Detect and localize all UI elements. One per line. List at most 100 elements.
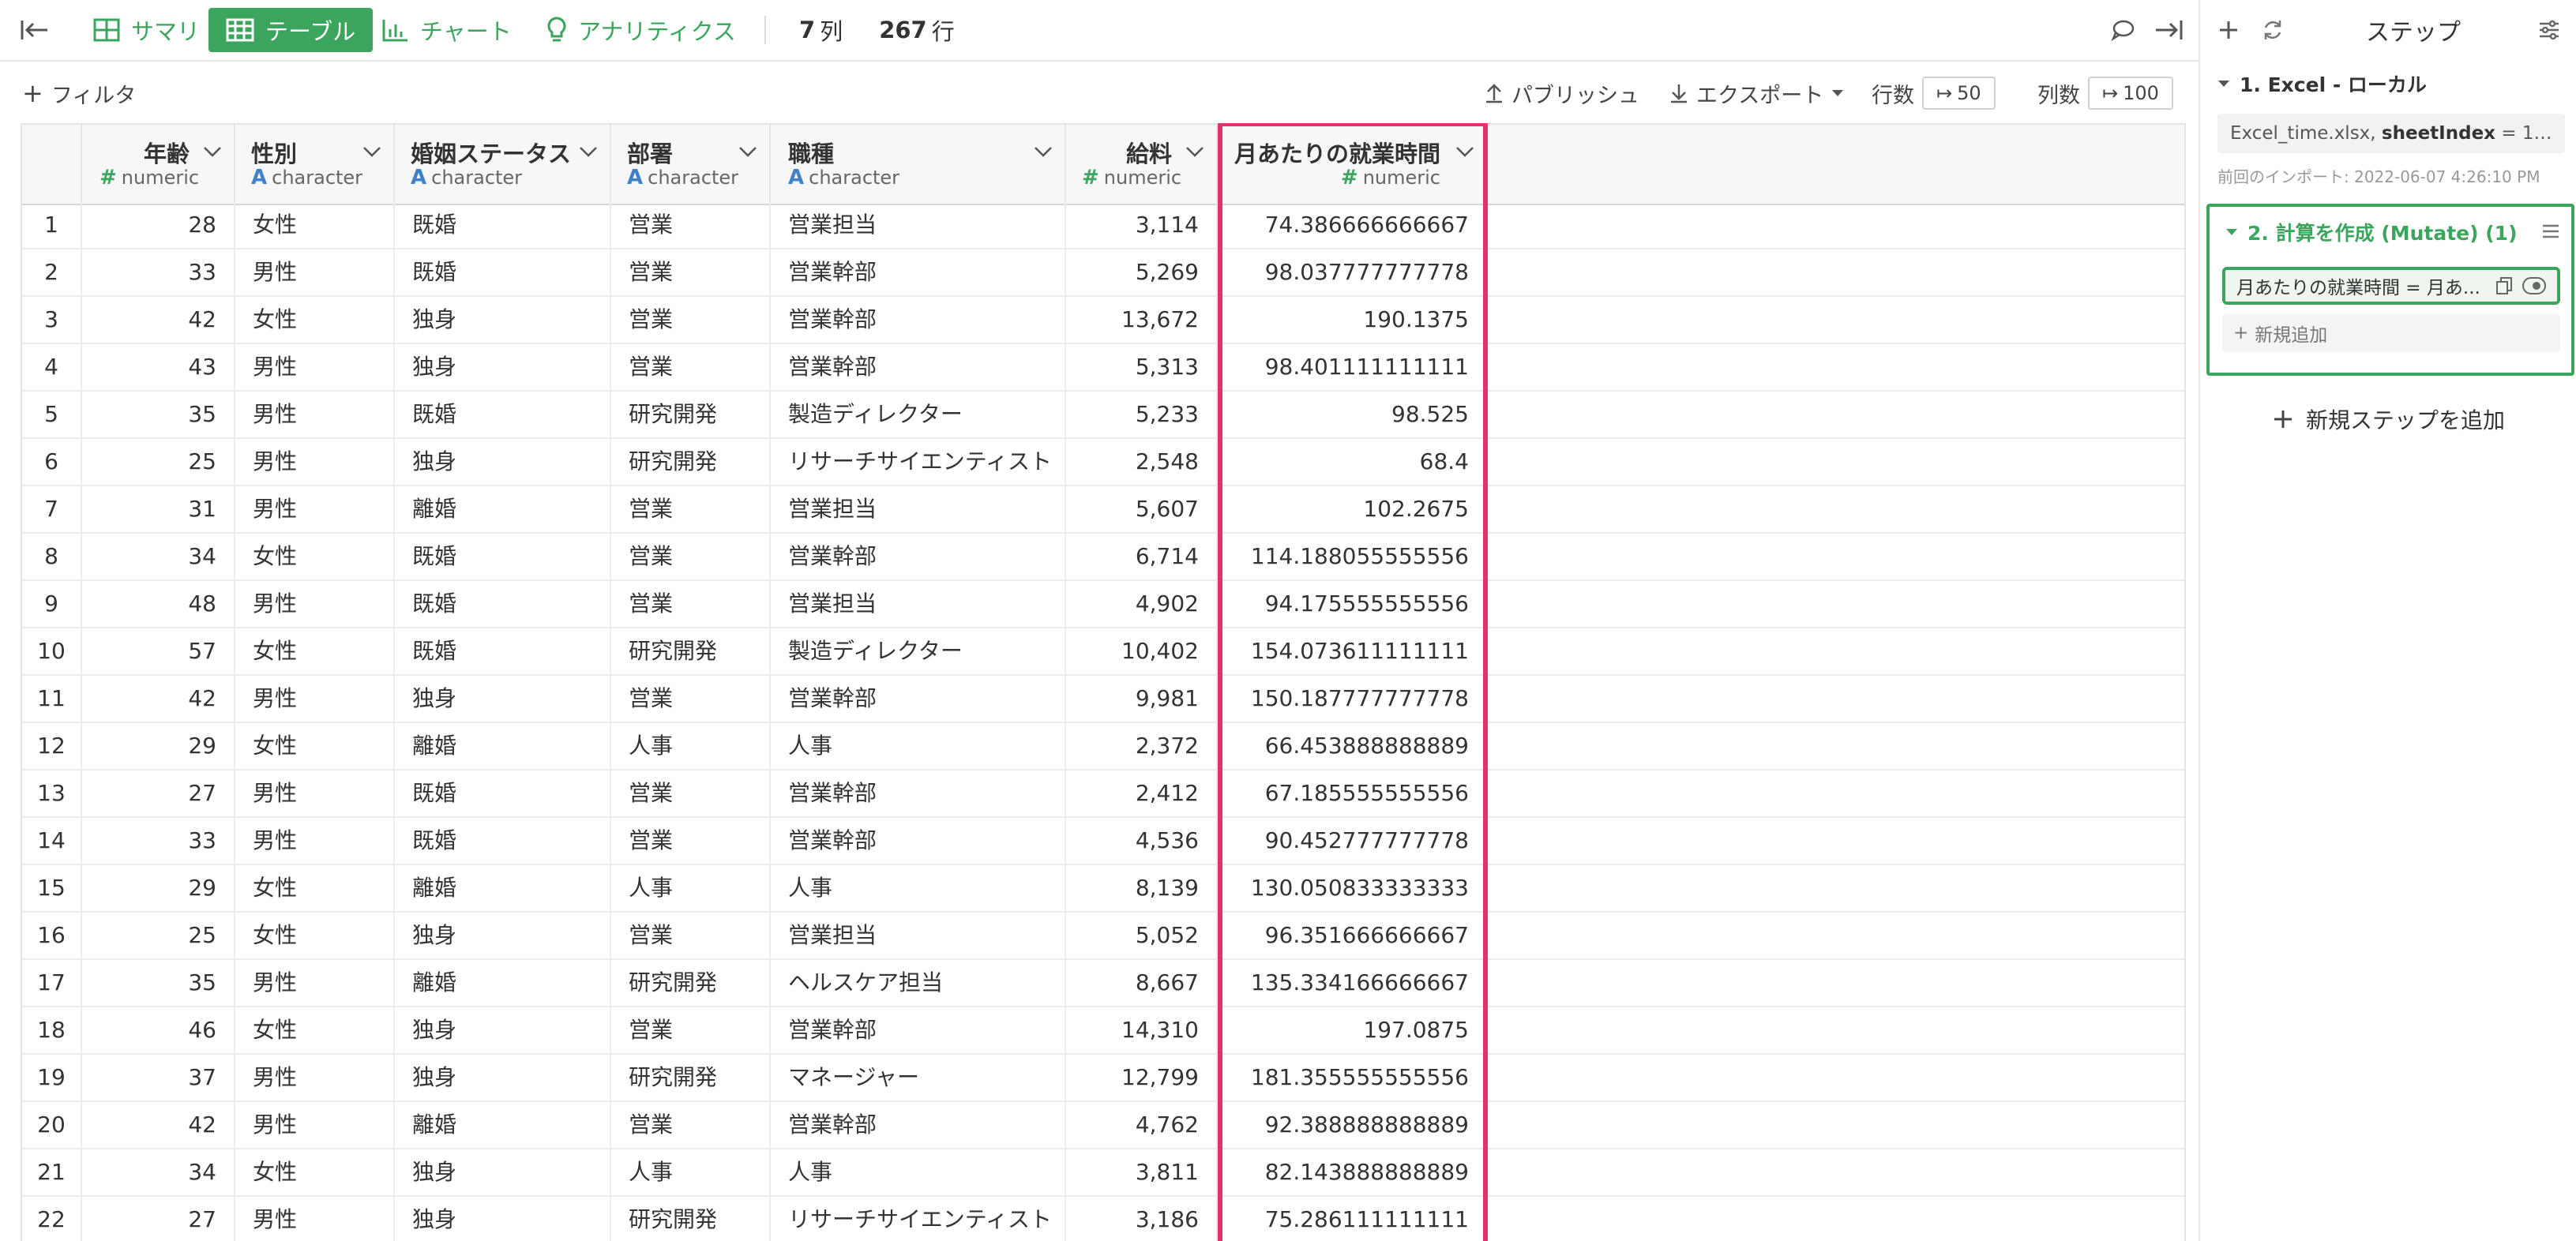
cell-gender: 女性	[235, 202, 395, 248]
step-menu-button[interactable]	[2541, 223, 2560, 243]
chevron-down-icon[interactable]	[362, 144, 382, 159]
cell-job-role: 営業幹部	[771, 344, 1066, 390]
caret-down-icon	[1832, 90, 1844, 96]
cell-department: 営業	[611, 486, 771, 532]
back-button[interactable]	[17, 0, 52, 60]
table-row[interactable]: 18 46 女性 独身 営業 営業幹部 14,310 197.0875	[22, 1007, 2184, 1055]
export-label: エクスポート	[1696, 83, 1824, 108]
chevron-down-icon[interactable]	[1033, 144, 1053, 159]
table-row[interactable]: 1 28 女性 既婚 営業 営業担当 3,114 74.386666666667	[22, 202, 2184, 249]
add-calculation-button[interactable]: + 新規追加	[2222, 314, 2560, 352]
tab-analytics[interactable]: アナリティクス	[529, 8, 753, 52]
column-header-marital-status[interactable]: 婚姻ステータス Acharacter	[395, 125, 611, 204]
publish-button[interactable]: パブリッシュ	[1485, 62, 1639, 125]
chevron-down-icon[interactable]	[738, 144, 758, 159]
cell-age: 34	[82, 1149, 235, 1195]
last-import-time: 前回のインポート: 2022-06-07 4:26:10 PM	[2217, 167, 2540, 186]
chevron-down-icon[interactable]	[578, 144, 599, 159]
steps-panel-title: ステップ	[2366, 19, 2461, 47]
step-detail-box[interactable]: Excel_time.xlsx, sheetIndex = 1, tz...	[2217, 114, 2565, 153]
tab-table[interactable]: テーブル	[208, 8, 374, 52]
cell-gender: 男性	[235, 960, 395, 1006]
comment-button[interactable]	[2105, 0, 2140, 60]
table-row[interactable]: 13 27 男性 既婚 営業 営業幹部 2,412 67.185555555556	[22, 770, 2184, 818]
table-row[interactable]: 21 34 女性 独身 人事 人事 3,811 82.143888888889	[22, 1149, 2184, 1197]
column-header-salary[interactable]: 給料 # numeric	[1066, 125, 1218, 204]
column-name: 部署	[627, 141, 674, 167]
cell-age: 25	[82, 913, 235, 958]
rows-limit-input[interactable]: ↦ 50	[1922, 77, 1996, 110]
cell-age: 33	[82, 818, 235, 864]
table-row[interactable]: 17 35 男性 離婚 研究開発 ヘルスケア担当 8,667 135.334166666667	[22, 960, 2184, 1007]
cell-department: 人事	[611, 723, 771, 769]
cell-job-role: 営業幹部	[771, 297, 1066, 343]
table-row[interactable]: 3 42 女性 独身 営業 営業幹部 13,672 190.1375	[22, 297, 2184, 344]
cell-monthly-hours: 94.175555555556	[1218, 581, 1488, 627]
cell-job-role: 営業幹部	[771, 1102, 1066, 1148]
collapse-panel-button[interactable]	[2151, 0, 2186, 60]
column-name: 月あたりの就業時間	[1234, 141, 1440, 167]
step-title[interactable]: 1. Excel - ローカル	[2217, 69, 2565, 98]
column-header-job-role[interactable]: 職種 Acharacter	[771, 125, 1066, 204]
column-header-gender[interactable]: 性別 Acharacter	[235, 125, 395, 204]
cell-age: 31	[82, 486, 235, 532]
column-header-age[interactable]: 年齢 # numeric	[82, 125, 235, 204]
cell-gender: 男性	[235, 392, 395, 437]
table-row[interactable]: 9 48 男性 既婚 営業 営業担当 4,902 94.175555555556	[22, 581, 2184, 628]
cell-monthly-hours: 135.334166666667	[1218, 960, 1488, 1006]
add-new-step-button[interactable]: 新規ステップを追加	[2200, 399, 2576, 439]
calculation-item[interactable]: 月あたりの就業時間 = 月あ...	[2222, 267, 2560, 305]
table-row[interactable]: 12 29 女性 離婚 人事 人事 2,372 66.453888888889	[22, 723, 2184, 770]
cell-job-role: リサーチサイエンティスト	[771, 1197, 1066, 1241]
row-index-cell: 7	[22, 486, 82, 532]
cols-limit-input[interactable]: ↦ 100	[2088, 77, 2173, 110]
step-excel-import[interactable]: 1. Excel - ローカル Excel_time.xlsx, sheetIn…	[2217, 69, 2565, 187]
tab-chart[interactable]: チャート	[365, 8, 529, 52]
step-param-value: = 1,	[2501, 123, 2540, 144]
row-index-cell: 14	[22, 818, 82, 864]
table-row[interactable]: 15 29 女性 離婚 人事 人事 8,139 130.050833333333	[22, 865, 2184, 913]
column-type-label: character	[272, 167, 363, 189]
cell-gender: 男性	[235, 1055, 395, 1100]
table-row[interactable]: 10 57 女性 既婚 研究開発 製造ディレクター 10,402 154.0736111111…	[22, 628, 2184, 676]
table-row[interactable]: 11 42 男性 独身 営業 営業幹部 9,981 150.187777777778	[22, 676, 2184, 723]
cell-gender: 女性	[235, 534, 395, 579]
row-index-cell: 9	[22, 581, 82, 627]
cell-salary: 14,310	[1066, 1007, 1218, 1053]
column-header-department[interactable]: 部署 Acharacter	[611, 125, 771, 204]
table-row[interactable]: 2 33 男性 既婚 営業 営業幹部 5,269 98.037777777778	[22, 249, 2184, 297]
cell-marital-status: 独身	[395, 439, 611, 485]
step-mutate[interactable]: 2. 計算を作成 (Mutate) (1) 月あたりの就業時間 = 月あ...	[2206, 204, 2574, 376]
panel-settings-button[interactable]	[2532, 0, 2567, 60]
table-row[interactable]: 14 33 男性 既婚 営業 営業幹部 4,536 90.452777777778	[22, 818, 2184, 865]
chevron-down-icon[interactable]	[1185, 144, 1205, 159]
cell-salary: 5,052	[1066, 913, 1218, 958]
chevron-down-icon[interactable]	[202, 144, 223, 159]
cell-monthly-hours: 102.2675	[1218, 486, 1488, 532]
eye-toggle-icon[interactable]	[2522, 277, 2546, 294]
column-header-monthly-hours[interactable]: 月あたりの就業時間 # numeric	[1218, 125, 1488, 204]
table-row[interactable]: 8 34 女性 既婚 営業 営業幹部 6,714 114.188055555556	[22, 534, 2184, 581]
rows-limit-label: 行数	[1872, 83, 1914, 108]
table-row[interactable]: 16 25 女性 独身 営業 営業担当 5,052 96.351666666667	[22, 913, 2184, 960]
add-step-button[interactable]	[2211, 0, 2246, 60]
table-row[interactable]: 20 42 男性 離婚 営業 営業幹部 4,762 92.388888888889	[22, 1102, 2184, 1149]
table-row[interactable]: 19 37 男性 独身 研究開発 マネージャー 12,799 181.355555555556	[22, 1055, 2184, 1102]
row-count: 267	[879, 17, 927, 43]
refresh-button[interactable]	[2255, 0, 2290, 60]
table-row[interactable]: 7 31 男性 離婚 営業 営業担当 5,607 102.2675	[22, 486, 2184, 534]
chevron-down-icon[interactable]	[1455, 144, 1475, 159]
step-title[interactable]: 2. 計算を作成 (Mutate) (1)	[2225, 218, 2518, 246]
step-in-icon: ↦	[2102, 82, 2119, 104]
column-type-label: numeric	[121, 167, 200, 189]
export-button[interactable]: エクスポート	[1669, 62, 1844, 125]
table-row[interactable]: 6 25 男性 独身 研究開発 リサーチサイエンティスト 2,548 68.4	[22, 439, 2184, 486]
cell-salary: 5,607	[1066, 486, 1218, 532]
copy-icon[interactable]	[2495, 276, 2513, 295]
table-row[interactable]: 4 43 男性 独身 営業 営業幹部 5,313 98.401111111111	[22, 344, 2184, 392]
filter-button[interactable]: + フィルタ	[22, 62, 136, 125]
tab-summary[interactable]: サマリ	[76, 8, 217, 52]
table-row[interactable]: 5 35 男性 既婚 研究開発 製造ディレクター 5,233 98.525	[22, 392, 2184, 439]
table-row[interactable]: 22 27 男性 独身 研究開発 リサーチサイエンティスト 3,186 75.28611111…	[22, 1197, 2184, 1241]
cell-salary: 8,139	[1066, 865, 1218, 911]
